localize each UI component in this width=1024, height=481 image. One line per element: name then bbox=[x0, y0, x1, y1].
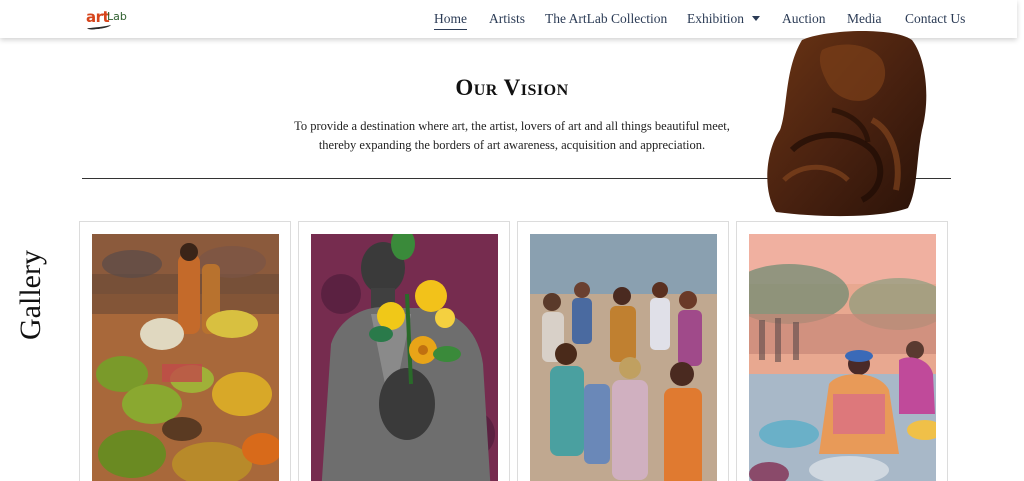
gallery-card-3[interactable] bbox=[517, 221, 729, 481]
gallery-heading: Gallery bbox=[14, 250, 47, 340]
nav-exhibition-label: Exhibition bbox=[687, 11, 744, 26]
market-fruit-painting bbox=[92, 234, 279, 481]
market-crowd-painting bbox=[530, 234, 717, 481]
gallery-card-2[interactable] bbox=[298, 221, 510, 481]
nav-contact-us[interactable]: Contact Us bbox=[905, 11, 965, 27]
women-washing-painting bbox=[749, 234, 936, 481]
vision-text: To provide a destination where art, the … bbox=[262, 117, 762, 155]
vision-line-1: To provide a destination where art, the … bbox=[294, 119, 730, 133]
logo-swoosh bbox=[86, 22, 112, 31]
nav-artists[interactable]: Artists bbox=[489, 11, 525, 27]
wood-sculpture-image bbox=[767, 30, 927, 217]
nav-exhibition[interactable]: Exhibition bbox=[687, 11, 760, 27]
artlab-logo[interactable]: art Lab bbox=[86, 8, 130, 31]
gallery-card-4[interactable] bbox=[736, 221, 948, 481]
logo-text-lab: Lab bbox=[107, 10, 127, 23]
chevron-down-icon bbox=[752, 16, 760, 21]
nav-artlab-collection[interactable]: The ArtLab Collection bbox=[545, 11, 667, 27]
man-with-flowers-painting bbox=[311, 234, 498, 481]
nav-media[interactable]: Media bbox=[847, 11, 882, 27]
nav-home[interactable]: Home bbox=[434, 11, 467, 30]
gallery-card-1[interactable] bbox=[79, 221, 291, 481]
vision-line-2: thereby expanding the borders of art awa… bbox=[318, 138, 706, 152]
nav-auction[interactable]: Auction bbox=[782, 11, 826, 27]
